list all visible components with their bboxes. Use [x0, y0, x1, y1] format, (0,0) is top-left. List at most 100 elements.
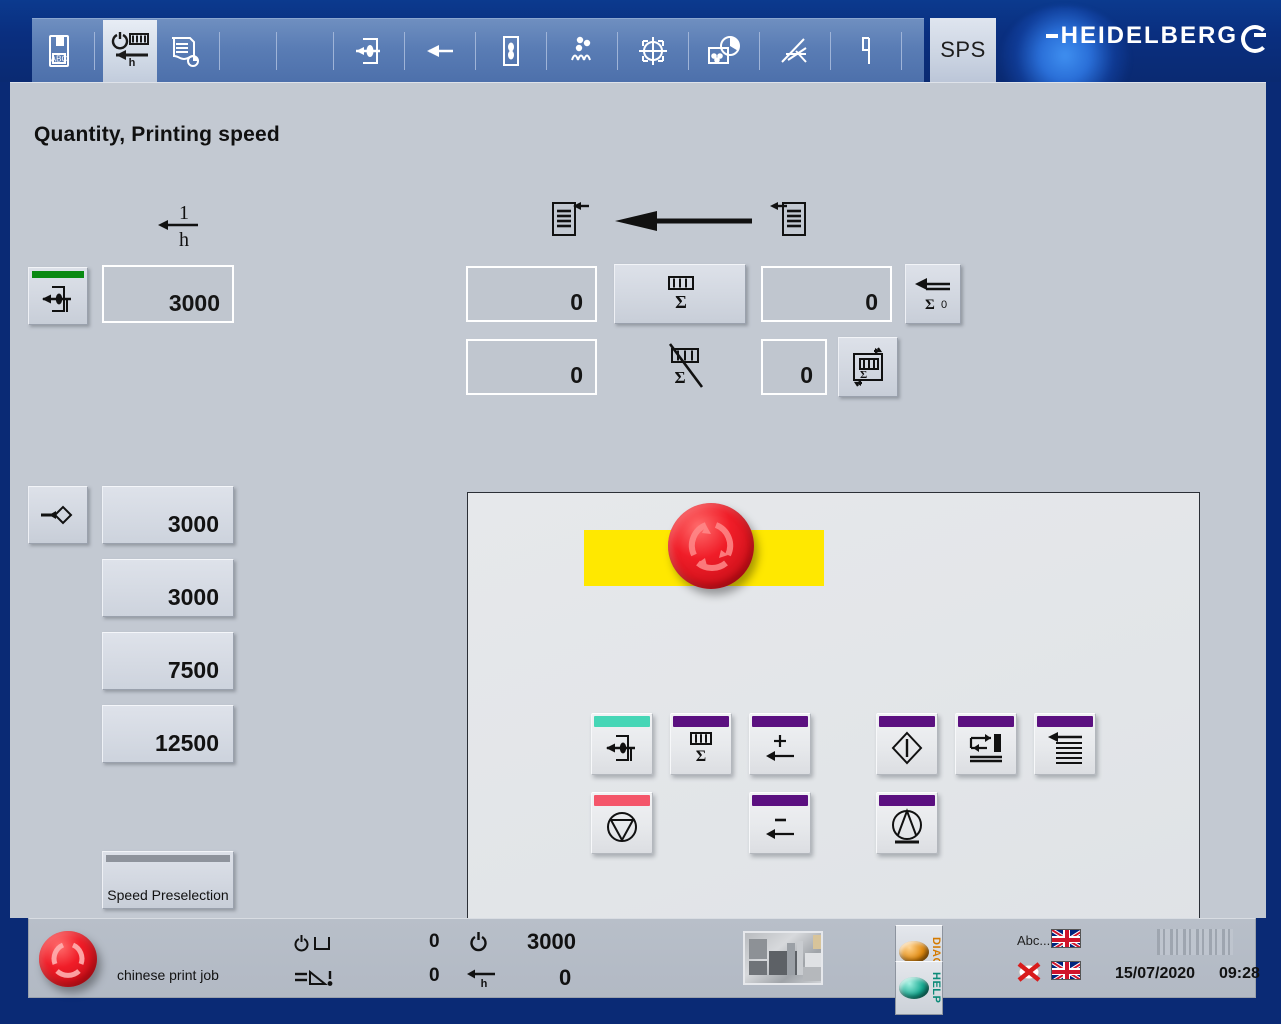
- status-bar: chinese print job 0 0 3000 h 0 DIAG HELP…: [28, 918, 1260, 1015]
- cycle-repeat-button[interactable]: [955, 713, 1017, 775]
- speed-preset-3[interactable]: 7500: [102, 632, 234, 690]
- good-copies-counter-field[interactable]: 0: [466, 266, 597, 322]
- heidelberg-logo: HEIDELBERG: [1045, 22, 1269, 53]
- toolbar-divider: [333, 31, 334, 70]
- date-label: 15/07/2020: [1115, 965, 1196, 982]
- speed-increase-button[interactable]: [749, 713, 811, 775]
- speed-preselection-label: Speed Preselection: [107, 887, 229, 903]
- sps-tab[interactable]: SPS: [930, 18, 996, 82]
- target-speed-icon-button[interactable]: [28, 267, 88, 325]
- speed-decrease-button[interactable]: [749, 792, 811, 854]
- feeder-start-button[interactable]: [591, 713, 653, 775]
- help-button[interactable]: HELP: [895, 961, 943, 1015]
- counter-button[interactable]: Σ: [670, 713, 732, 775]
- toolbar-item-washup[interactable]: [768, 20, 822, 82]
- print-on-button[interactable]: [876, 713, 938, 775]
- speed-value: 0: [559, 965, 572, 990]
- sheet-flow-arrow-icon: [610, 208, 760, 234]
- toolbar-divider: [901, 31, 902, 70]
- makeready-icon: [293, 967, 335, 989]
- uk-flag-icon-bottom[interactable]: [1051, 961, 1081, 980]
- speed-preset-2[interactable]: 3000: [102, 559, 234, 617]
- main-content: Quantity, Printing speed 1 h 3000 3000 3…: [10, 82, 1266, 970]
- toolbar-divider: [830, 31, 831, 70]
- counter-reset-button[interactable]: Σ 0: [905, 264, 961, 324]
- purple-status-cap: [958, 716, 1014, 727]
- svg-text:Σ: Σ: [674, 368, 685, 387]
- toolbar-divider: [219, 31, 220, 70]
- machine-run-stop-button[interactable]: [668, 503, 754, 589]
- toolbar-item-quantity-printing-speed[interactable]: h: [103, 19, 157, 82]
- speed-preset-1[interactable]: 3000: [102, 486, 234, 544]
- waste-counter-icon: Σ: [658, 339, 714, 395]
- speed-preset-4[interactable]: 12500: [102, 705, 234, 763]
- toolbar-divider: [759, 31, 760, 70]
- uk-flag-glyph: [1051, 961, 1081, 980]
- toolbar-item-powder[interactable]: [555, 20, 609, 82]
- press-thumbnail[interactable]: [743, 931, 823, 985]
- window-header: ABC h SPS HEIDELBERG: [0, 0, 1281, 82]
- toolbar-item-sheet-travel[interactable]: [413, 20, 467, 82]
- waste-counter-field[interactable]: 0: [466, 339, 597, 395]
- uk-flag-icon-top[interactable]: [1051, 929, 1081, 948]
- run-time-value: 0: [429, 931, 440, 952]
- delivery-button[interactable]: [1034, 713, 1096, 775]
- crossed-out-icon[interactable]: [1015, 961, 1043, 983]
- power-value: 3000: [527, 929, 576, 954]
- speed-per-hour-icon: h: [463, 965, 507, 990]
- counter-cycle-button[interactable]: Σ: [838, 337, 898, 397]
- toolbar-divider: [546, 31, 547, 70]
- toolbar-divider: [617, 31, 618, 70]
- abc-label: Abc...: [1017, 933, 1051, 948]
- toolbar-divider: [475, 31, 476, 70]
- toolbar-item-ink-control[interactable]: [697, 20, 751, 82]
- sheets-entering-icon: [545, 195, 595, 245]
- purple-status-cap: [879, 716, 935, 727]
- run-time-icon: [293, 933, 335, 955]
- status-stop-indicator[interactable]: [39, 931, 97, 987]
- makeready-value: 0: [429, 965, 440, 986]
- toolbar-item-target[interactable]: [626, 20, 680, 82]
- machine-stop-button[interactable]: [591, 792, 653, 854]
- target-speed-value-field[interactable]: 3000: [102, 265, 234, 323]
- svg-text:Σ: Σ: [925, 297, 935, 313]
- logo-text: HEIDELBERG: [1060, 22, 1238, 49]
- svg-text:Σ: Σ: [860, 369, 867, 381]
- total-counter-button[interactable]: Σ: [614, 264, 746, 324]
- help-label: HELP: [930, 972, 942, 1004]
- purple-status-cap: [752, 795, 808, 806]
- help-lamp-icon: [899, 977, 929, 999]
- svg-text:h: h: [179, 229, 189, 251]
- job-name-label: chinese print job: [117, 967, 219, 983]
- sheets-leaving-icon: [765, 195, 817, 245]
- purple-status-cap: [1037, 716, 1093, 727]
- waste-total-field[interactable]: 0: [761, 339, 827, 395]
- main-toolbar[interactable]: ABC h: [32, 18, 924, 82]
- impression-off-button[interactable]: [876, 792, 938, 854]
- time-label: 09:28: [1219, 965, 1260, 982]
- machine-control-panel: Σ: [467, 492, 1200, 970]
- logo-bar-icon: [1045, 34, 1058, 38]
- teal-status-cap: [594, 716, 650, 727]
- toolbar-item-feeder[interactable]: [342, 20, 396, 82]
- logo-c-icon: [1241, 25, 1269, 53]
- toolbar-item-substrate[interactable]: [157, 20, 211, 82]
- toolbar-divider: [276, 31, 277, 70]
- svg-text:h: h: [129, 57, 136, 69]
- page-title: Quantity, Printing speed: [34, 123, 280, 146]
- uk-flag-glyph: [1051, 929, 1081, 948]
- barcode-indicator: [1157, 929, 1233, 955]
- svg-text:Σ: Σ: [675, 292, 687, 312]
- purple-status-cap: [879, 795, 935, 806]
- green-status-cap: [32, 271, 84, 278]
- svg-text:1: 1: [179, 202, 189, 224]
- speed-unit-glyph: 1 h: [140, 195, 220, 255]
- toolbar-item-job-data[interactable]: ABC: [32, 20, 86, 82]
- toolbar-item-register[interactable]: [484, 20, 538, 82]
- total-counter-field[interactable]: 0: [761, 266, 892, 322]
- toolbar-item-signal[interactable]: [839, 20, 893, 82]
- toolbar-divider: [94, 31, 95, 70]
- speed-preset-transfer-button[interactable]: [28, 486, 88, 544]
- speed-preselection-button[interactable]: Speed Preselection: [102, 851, 234, 909]
- toolbar-divider: [688, 31, 689, 70]
